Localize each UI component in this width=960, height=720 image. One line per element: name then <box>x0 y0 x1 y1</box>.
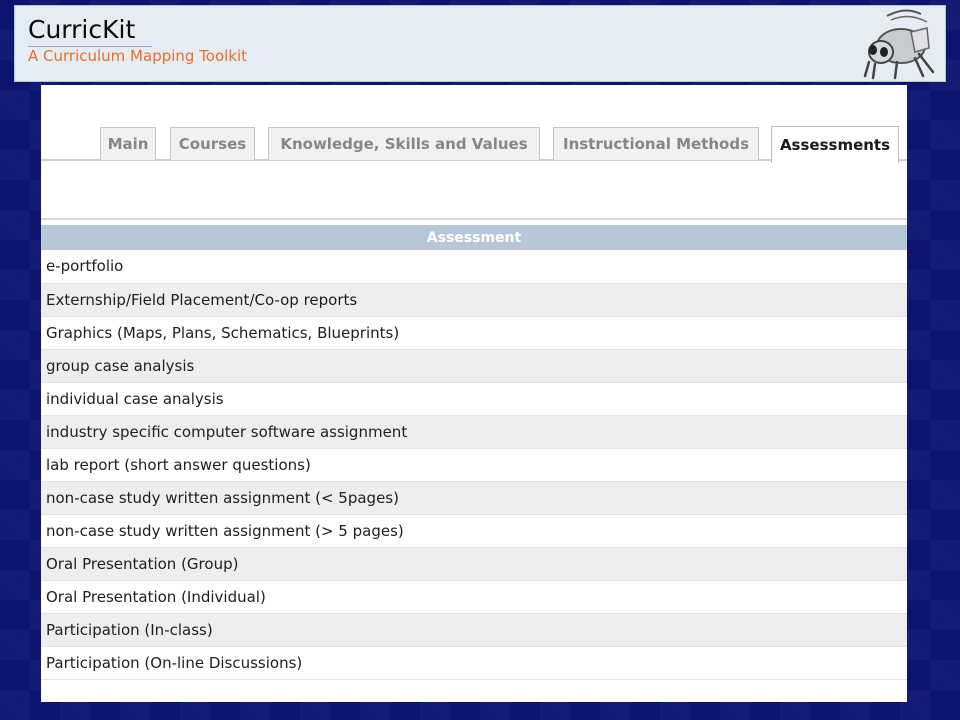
table-row[interactable]: Externship/Field Placement/Co-op reports <box>41 283 907 317</box>
table-row[interactable]: individual case analysis <box>41 382 907 416</box>
table-row[interactable]: e-portfolio <box>41 250 907 284</box>
tab-assessments[interactable]: Assessments <box>771 126 899 163</box>
tab-knowledge-skills-values[interactable]: Knowledge, Skills and Values <box>268 127 540 160</box>
assessment-cell: group case analysis <box>41 349 907 383</box>
assessment-cell: Participation (On-line Discussions) <box>41 646 907 680</box>
table-row[interactable]: group case analysis <box>41 349 907 383</box>
assessment-cell: non-case study written assignment (< 5pa… <box>41 481 907 515</box>
table-row[interactable]: industry specific computer software assi… <box>41 415 907 449</box>
assessment-table-body: e-portfolio Externship/Field Placement/Co… <box>41 250 907 680</box>
table-row[interactable]: Participation (On-line Discussions) <box>41 646 907 680</box>
assessment-cell: Externship/Field Placement/Co-op reports <box>41 283 907 317</box>
assessment-cell: non-case study written assignment (> 5 p… <box>41 514 907 548</box>
assessment-cell: individual case analysis <box>41 382 907 416</box>
assessment-table: Assessment e-portfolio Externship/Field P… <box>41 225 907 680</box>
tab-courses[interactable]: Courses <box>170 127 255 160</box>
tab-instructional-methods[interactable]: Instructional Methods <box>553 127 759 160</box>
table-row[interactable]: non-case study written assignment (< 5pa… <box>41 481 907 515</box>
main-panel: Main Courses Knowledge, Skills and Value… <box>41 85 907 702</box>
tab-main[interactable]: Main <box>100 127 156 160</box>
section-divider <box>41 218 907 220</box>
assessment-cell: Oral Presentation (Group) <box>41 547 907 581</box>
assessment-cell: e-portfolio <box>41 250 907 284</box>
table-row[interactable]: non-case study written assignment (> 5 p… <box>41 514 907 548</box>
assessment-cell: Oral Presentation (Individual) <box>41 580 907 614</box>
assessment-cell: lab report (short answer questions) <box>41 448 907 482</box>
table-row[interactable]: Participation (In-class) <box>41 613 907 647</box>
app-header: CurricKit A Curriculum Mapping Toolkit <box>14 5 946 82</box>
cricket-mascot-icon <box>863 9 935 80</box>
table-row[interactable]: Graphics (Maps, Plans, Schematics, Bluep… <box>41 316 907 350</box>
app-title: CurricKit <box>28 15 136 44</box>
table-row[interactable]: lab report (short answer questions) <box>41 448 907 482</box>
tab-bar: Main Courses Knowledge, Skills and Value… <box>41 85 907 163</box>
app-subtitle: A Curriculum Mapping Toolkit <box>28 47 248 65</box>
assessment-cell: industry specific computer software assi… <box>41 415 907 449</box>
table-row[interactable]: Oral Presentation (Individual) <box>41 580 907 614</box>
assessment-cell: Participation (In-class) <box>41 613 907 647</box>
table-row[interactable]: Oral Presentation (Group) <box>41 547 907 581</box>
column-header-assessment: Assessment <box>41 225 907 250</box>
assessment-cell: Graphics (Maps, Plans, Schematics, Bluep… <box>41 316 907 350</box>
